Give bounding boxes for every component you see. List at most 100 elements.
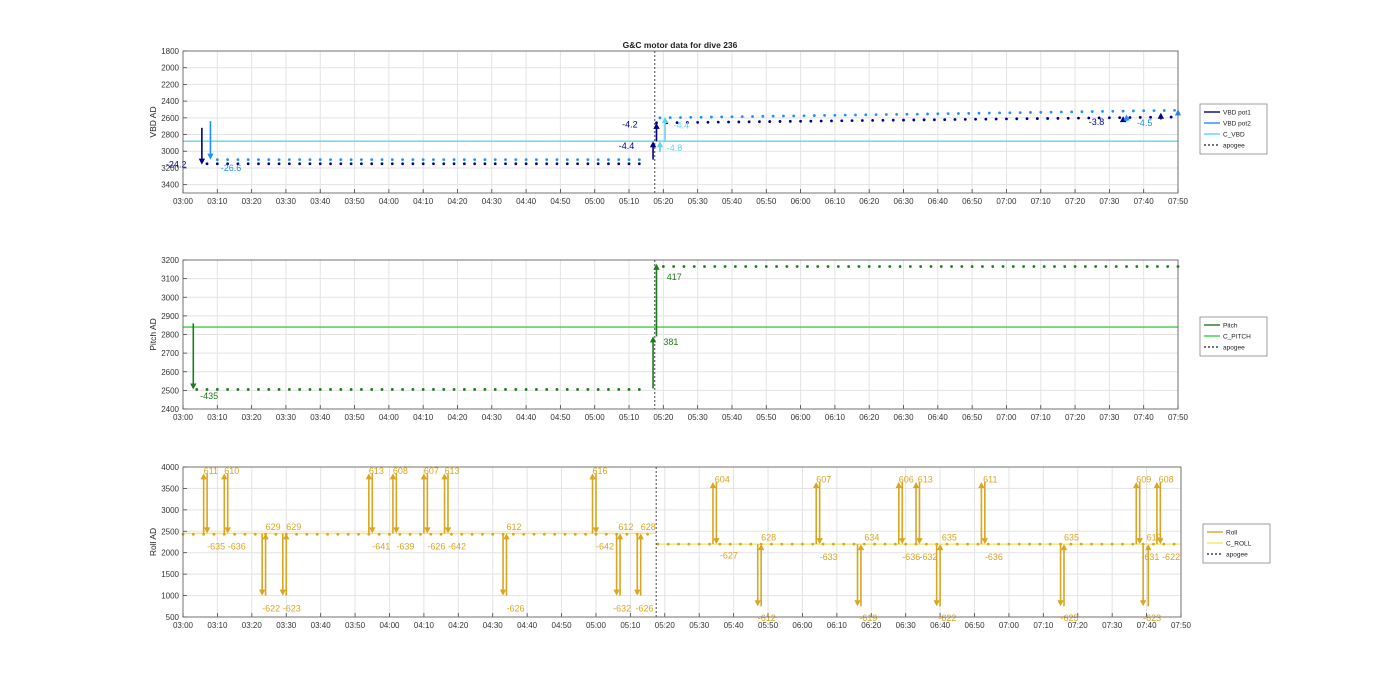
- x-tick-label: 04:20: [447, 197, 468, 206]
- series-point: [819, 119, 823, 123]
- series-point: [534, 388, 538, 391]
- series-point: [277, 388, 281, 391]
- x-tick-label: 03:10: [207, 621, 228, 630]
- series-point: [267, 158, 271, 161]
- series-point: [926, 112, 929, 116]
- figure-title: G&C motor data for dive 236: [623, 40, 738, 50]
- series-point: [826, 265, 830, 268]
- series-point: [1042, 265, 1046, 268]
- x-tick-label: 03:00: [173, 413, 194, 422]
- legend-label: apogee: [1223, 345, 1245, 352]
- series-point: [267, 162, 271, 166]
- x-tick-label: 06:00: [791, 197, 812, 206]
- series-point: [1053, 265, 1056, 268]
- series-point: [586, 388, 590, 391]
- series-point: [924, 542, 928, 546]
- series-point: [790, 542, 794, 546]
- series-point: [295, 532, 298, 536]
- series-point: [922, 118, 926, 122]
- x-tick-label: 05:00: [585, 197, 606, 206]
- x-tick-label: 03:10: [207, 413, 228, 422]
- series-point: [1077, 116, 1080, 120]
- series-point: [1125, 265, 1128, 268]
- series-point: [963, 117, 967, 121]
- series-point: [713, 265, 717, 268]
- series-point: [318, 388, 322, 391]
- series-point: [522, 532, 526, 536]
- series-point: [795, 265, 799, 268]
- series-point: [878, 265, 881, 268]
- series-point: [1100, 542, 1104, 546]
- series-point: [308, 158, 312, 161]
- series-point: [1118, 116, 1122, 120]
- series-point: [764, 265, 768, 268]
- y-tick-label: 2900: [161, 312, 179, 321]
- series-point: [627, 388, 631, 391]
- series-point: [253, 532, 257, 536]
- series-point: [881, 118, 885, 122]
- series-point: [1152, 109, 1156, 113]
- series-point: [987, 111, 991, 115]
- x-tick-label: 04:30: [483, 621, 504, 630]
- series-point: [411, 388, 415, 391]
- series-point: [586, 158, 590, 161]
- x-tick-label: 06:30: [896, 621, 917, 630]
- series-point: [411, 158, 415, 161]
- series-point: [627, 158, 631, 161]
- series-point: [984, 117, 988, 121]
- series-point: [246, 388, 250, 391]
- series-point: [408, 532, 412, 536]
- series-point: [770, 542, 773, 546]
- series-point: [1035, 117, 1039, 120]
- series-point: [1173, 108, 1176, 112]
- series-point: [1111, 109, 1115, 113]
- series-point: [1166, 265, 1170, 268]
- series-point: [257, 162, 260, 166]
- x-tick-label: 05:00: [585, 413, 606, 422]
- series-point: [919, 265, 923, 268]
- pitch-axes: 03:00 03:10 03:20 03:30 03:40 03:50 04:00 04:10…: [148, 256, 1268, 422]
- series-point: [697, 542, 701, 546]
- series-point: [191, 532, 195, 536]
- x-tick-label: 07:20: [1065, 413, 1086, 422]
- arrow-label: -623: [283, 603, 301, 613]
- arrow-label: -633: [820, 552, 838, 562]
- series-point: [339, 388, 343, 391]
- series-point: [915, 112, 919, 116]
- x-tick-label: 05:50: [756, 197, 777, 206]
- vbd-axes: 03:00 03:10 03:20 03:30 03:40 03:50 04:00 04:10…: [148, 47, 1268, 206]
- series-point: [740, 115, 744, 119]
- x-tick-label: 05:00: [586, 621, 607, 630]
- y-tick-label: 2700: [161, 349, 179, 358]
- series-point: [452, 158, 456, 161]
- y-tick-label: 2000: [161, 549, 179, 558]
- series-point: [672, 265, 676, 268]
- series-point: [843, 113, 847, 117]
- series-point: [1022, 265, 1026, 268]
- y-tick-label: 1800: [161, 47, 179, 56]
- arrow-label: -26.6: [221, 163, 242, 173]
- series-point: [898, 265, 902, 268]
- series-point: [811, 542, 815, 546]
- arrow-label: -4.2: [622, 120, 638, 130]
- series-point: [1025, 117, 1029, 121]
- series-point: [377, 532, 381, 536]
- arrow-label: -636: [902, 552, 920, 562]
- x-tick-label: 05:30: [688, 413, 709, 422]
- series-point: [226, 388, 230, 391]
- series-point: [780, 542, 784, 546]
- series-point: [524, 388, 528, 391]
- arrow-label: 612: [506, 522, 521, 532]
- y-tick-label: 2500: [161, 386, 179, 395]
- x-tick-label: 06:50: [962, 413, 983, 422]
- x-tick-label: 05:40: [722, 197, 743, 206]
- y-tick-label: 2400: [161, 405, 179, 414]
- series-point: [1005, 117, 1008, 121]
- series-point: [1101, 110, 1104, 113]
- x-tick-label: 06:10: [827, 621, 848, 630]
- series-point: [771, 114, 775, 118]
- series-point: [1015, 117, 1019, 121]
- series-point: [1049, 110, 1053, 114]
- series-point: [349, 388, 353, 391]
- series-point: [545, 162, 549, 166]
